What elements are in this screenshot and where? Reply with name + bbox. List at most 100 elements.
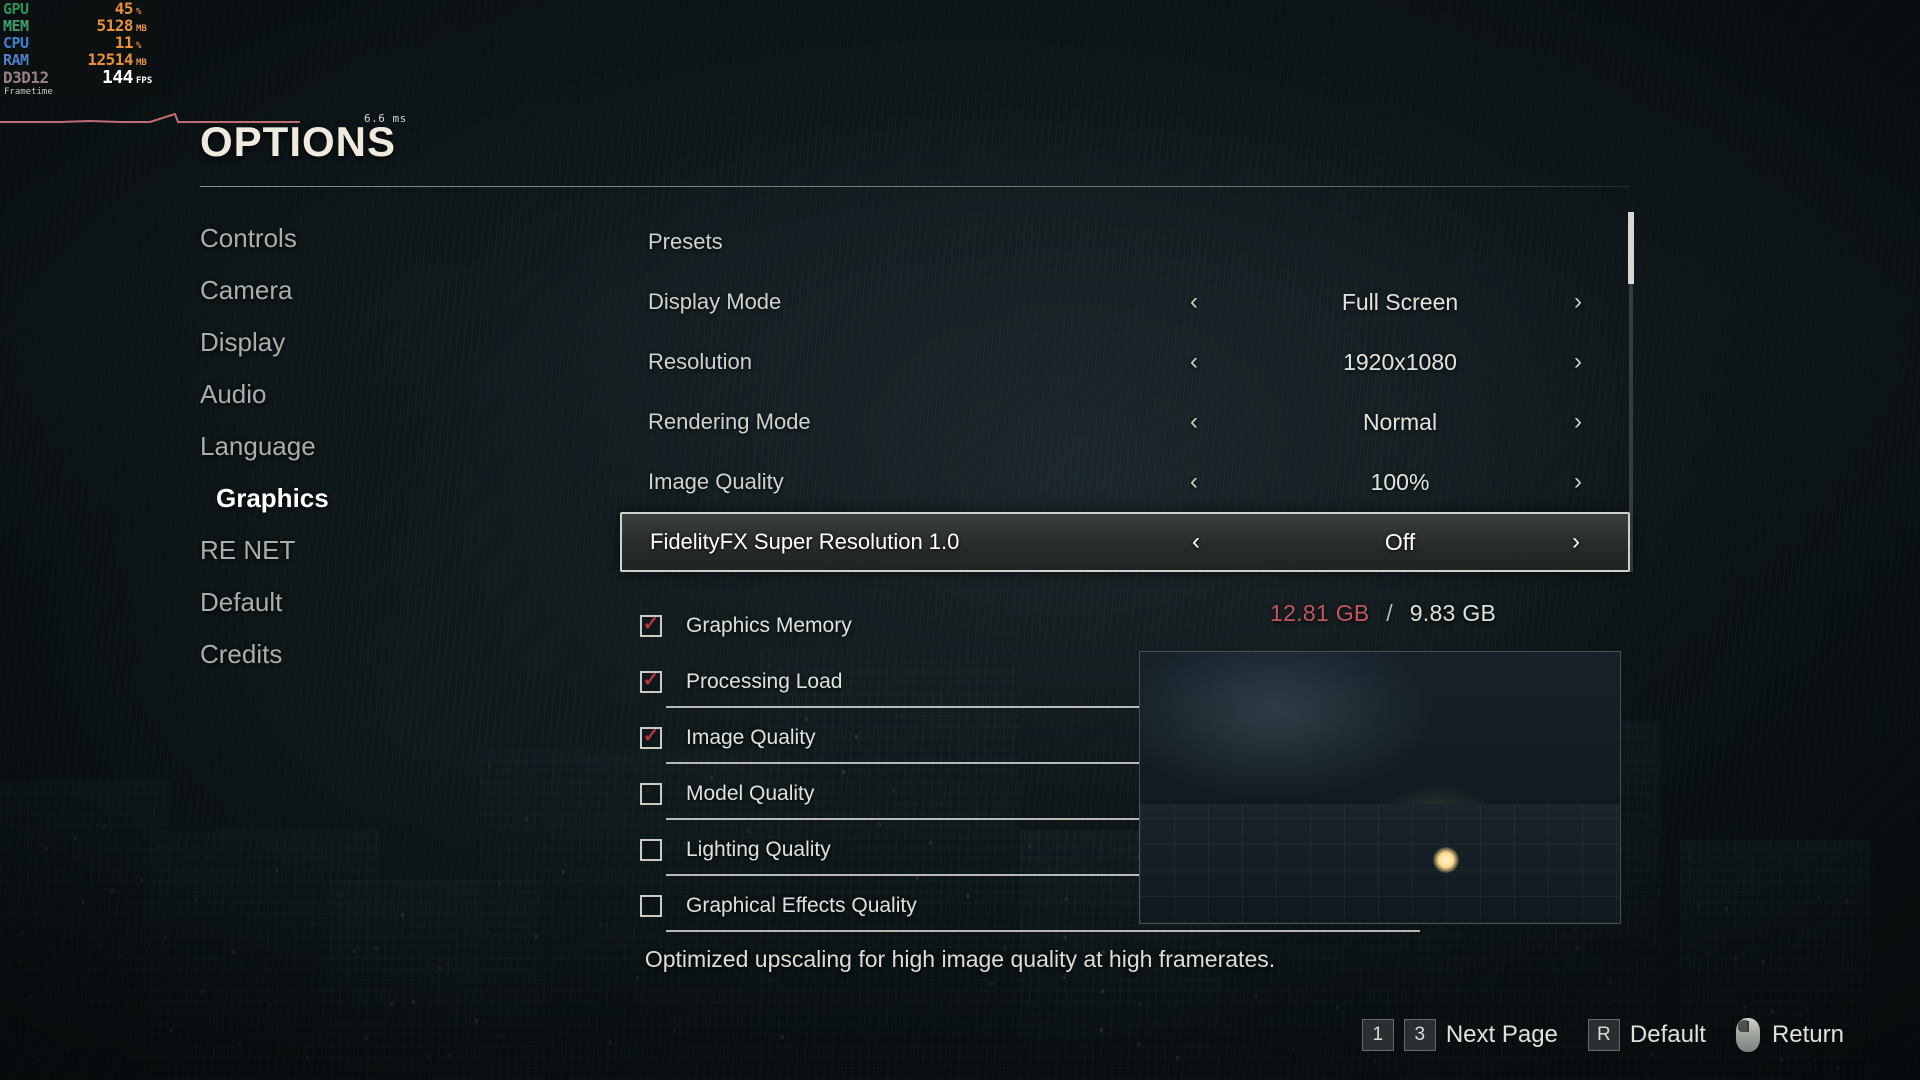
sidebar-item-re-net[interactable]: RE NET: [200, 524, 430, 576]
perf-unit-cpu: %: [136, 41, 142, 51]
frametime-label: Frametime: [4, 87, 53, 97]
sidebar-item-label: Controls: [200, 222, 297, 253]
setting-row[interactable]: Display Mode ‹ Full Screen ›: [620, 272, 1630, 332]
settings-list[interactable]: Presets Display Mode ‹ Full Screen › Resoluti…: [620, 212, 1630, 572]
checkbox-checked[interactable]: ✓: [640, 725, 662, 749]
sidebar-item-audio[interactable]: Audio: [200, 368, 430, 420]
metric-label: Processing Load: [686, 670, 843, 693]
chevron-left-icon[interactable]: ‹: [1180, 348, 1208, 376]
setting-row[interactable]: Rendering Mode ‹ Normal ›: [620, 392, 1630, 452]
metric-checkbox-row[interactable]: ✓ Image Quality: [640, 710, 1420, 766]
chevron-right-icon[interactable]: ›: [1564, 408, 1592, 436]
perf-label-api: D3D12: [3, 68, 49, 87]
metric-label: Model Quality: [686, 782, 815, 805]
sidebar-item-label: Audio: [200, 378, 267, 409]
setting-row[interactable]: Image Quality ‹ 100% ›: [620, 452, 1630, 512]
frametime-graph: [0, 112, 300, 123]
performance-metrics-checklist[interactable]: ✓ Graphics Memory ✓ Processing Load ✓ Image Q…: [640, 598, 1420, 934]
perf-value-ram: 12514: [87, 50, 133, 69]
chevron-left-icon[interactable]: ‹: [1180, 468, 1208, 496]
preview-floor: [1140, 803, 1620, 923]
check-icon: ✓: [642, 669, 660, 691]
perf-value-cpu: 11: [114, 33, 134, 52]
chevron-right-icon[interactable]: ›: [1564, 288, 1592, 316]
sidebar-item-credits[interactable]: Credits: [200, 628, 430, 680]
scrollbar-thumb[interactable]: [1628, 212, 1634, 284]
key-hint-R[interactable]: R: [1587, 1019, 1620, 1051]
setting-value: Full Screen: [1341, 288, 1459, 315]
metric-checkbox-row[interactable]: Lighting Quality: [640, 822, 1420, 878]
setting-label: FidelityFX Super Resolution 1.0: [650, 529, 960, 554]
sidebar-item-label: Credits: [200, 638, 283, 669]
checkbox-checked[interactable]: ✓: [640, 669, 662, 693]
metric-label: Graphical Effects Quality: [686, 894, 917, 917]
bottom-hint-bar[interactable]: 1 3 Next Page R Default Return: [1361, 1018, 1874, 1052]
sidebar-item-camera[interactable]: Camera: [200, 264, 430, 316]
metric-checkbox-row[interactable]: ✓ Processing Load: [640, 654, 1420, 710]
performance-overlay: GPU 45 % MEM 5128 MB CPU 11 % RAM 12514 …: [0, 0, 156, 97]
perf-unit-gpu: %: [136, 7, 142, 17]
chevron-left-icon[interactable]: ‹: [1180, 288, 1208, 316]
setting-value: 100%: [1370, 468, 1430, 495]
sidebar-item-graphics[interactable]: Graphics: [200, 472, 430, 524]
perf-value-fps: 144: [101, 67, 134, 88]
setting-label: Image Quality: [648, 469, 784, 494]
title-divider: [200, 186, 1630, 187]
sidebar-item-label: Default: [200, 586, 283, 617]
sidebar-item-default[interactable]: Default: [200, 576, 430, 628]
perf-value-mem: 5128: [96, 16, 133, 35]
frametime-scale-label: 6.6 ms: [364, 112, 407, 125]
perf-unit-mem: MB: [136, 24, 147, 34]
settings-preview-image: [1139, 651, 1621, 924]
checkbox-unchecked[interactable]: [640, 895, 662, 917]
metric-bar: [666, 930, 1420, 932]
metric-label: Image Quality: [686, 726, 816, 749]
checkbox-checked[interactable]: ✓: [640, 613, 662, 637]
sidebar-item-label: Display: [200, 326, 286, 357]
mouse-icon: [1735, 1018, 1760, 1052]
preview-light-source: [1432, 847, 1459, 874]
setting-label: Resolution: [648, 349, 752, 374]
checkbox-unchecked[interactable]: [640, 783, 662, 805]
metric-checkbox-row[interactable]: Model Quality: [640, 766, 1420, 822]
chevron-left-icon[interactable]: ‹: [1180, 408, 1208, 436]
options-sidebar[interactable]: Controls Camera Display Audio Language Graphi…: [200, 212, 430, 680]
check-icon: ✓: [642, 613, 660, 635]
metric-label: Lighting Quality: [686, 838, 831, 861]
setting-row[interactable]: Presets: [620, 212, 1630, 272]
chevron-right-icon[interactable]: ›: [1564, 348, 1592, 376]
key-hint-glyph: R: [1597, 1024, 1611, 1045]
chevron-right-icon[interactable]: ›: [1564, 468, 1592, 496]
check-icon: ✓: [642, 725, 660, 747]
memory-used-value: 12.81 GB: [1270, 600, 1370, 626]
setting-row[interactable]: Resolution ‹ 1920x1080 ›: [620, 332, 1630, 392]
metric-checkbox-row[interactable]: Graphical Effects Quality: [640, 878, 1420, 934]
perf-label-mem: MEM: [3, 17, 29, 35]
perf-label-ram: RAM: [3, 51, 29, 69]
sidebar-item-label: Graphics: [216, 482, 329, 513]
sidebar-item-language[interactable]: Language: [200, 420, 430, 472]
sidebar-item-label: Language: [200, 430, 316, 461]
perf-unit-fps: FPS: [136, 76, 153, 86]
sidebar-item-display[interactable]: Display: [200, 316, 430, 368]
setting-description: Optimized upscaling for high image quali…: [644, 946, 1276, 972]
metric-label: Graphics Memory: [686, 614, 852, 637]
key-hint-3[interactable]: 3: [1403, 1019, 1436, 1051]
key-hint-glyph: 1: [1372, 1024, 1384, 1045]
sidebar-item-label: Camera: [200, 274, 293, 305]
metric-checkbox-row[interactable]: ✓ Graphics Memory: [640, 598, 1080, 654]
setting-value: Normal: [1362, 408, 1438, 435]
chevron-left-icon[interactable]: ‹: [1182, 528, 1210, 556]
perf-value-gpu: 45: [114, 0, 134, 18]
options-panel: OPTIONS Controls Camera Display Audio Langua…: [0, 0, 1920, 1080]
sidebar-item-label: RE NET: [200, 534, 296, 565]
chevron-right-icon[interactable]: ›: [1562, 528, 1590, 556]
sidebar-item-controls[interactable]: Controls: [200, 212, 430, 264]
key-hint-1[interactable]: 1: [1361, 1019, 1394, 1051]
setting-label: Rendering Mode: [648, 409, 811, 434]
checkbox-unchecked[interactable]: [640, 839, 662, 861]
setting-value: Off: [1384, 528, 1416, 555]
setting-row[interactable]: FidelityFX Super Resolution 1.0 ‹ Off ›: [620, 512, 1630, 572]
setting-value: 1920x1080: [1343, 348, 1457, 375]
hint-label: Return: [1771, 1021, 1844, 1048]
